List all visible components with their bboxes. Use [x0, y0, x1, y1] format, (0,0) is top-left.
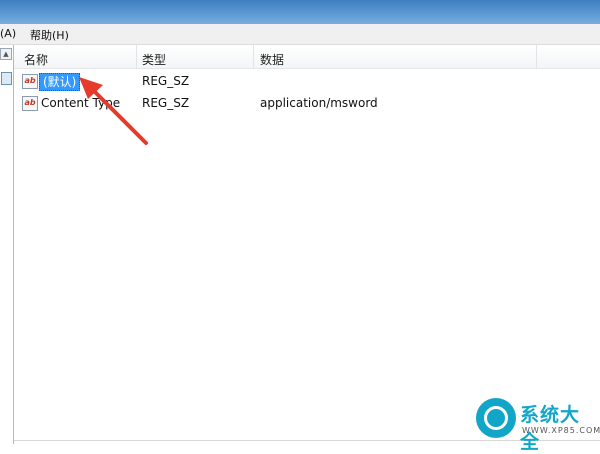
watermark-url: WWW.XP85.COM [522, 426, 600, 435]
watermark-logo: 系统大全 WWW.XP85.COM [476, 398, 600, 453]
red-arrow-annotation [79, 77, 148, 145]
brand-logo-icon [476, 398, 516, 438]
